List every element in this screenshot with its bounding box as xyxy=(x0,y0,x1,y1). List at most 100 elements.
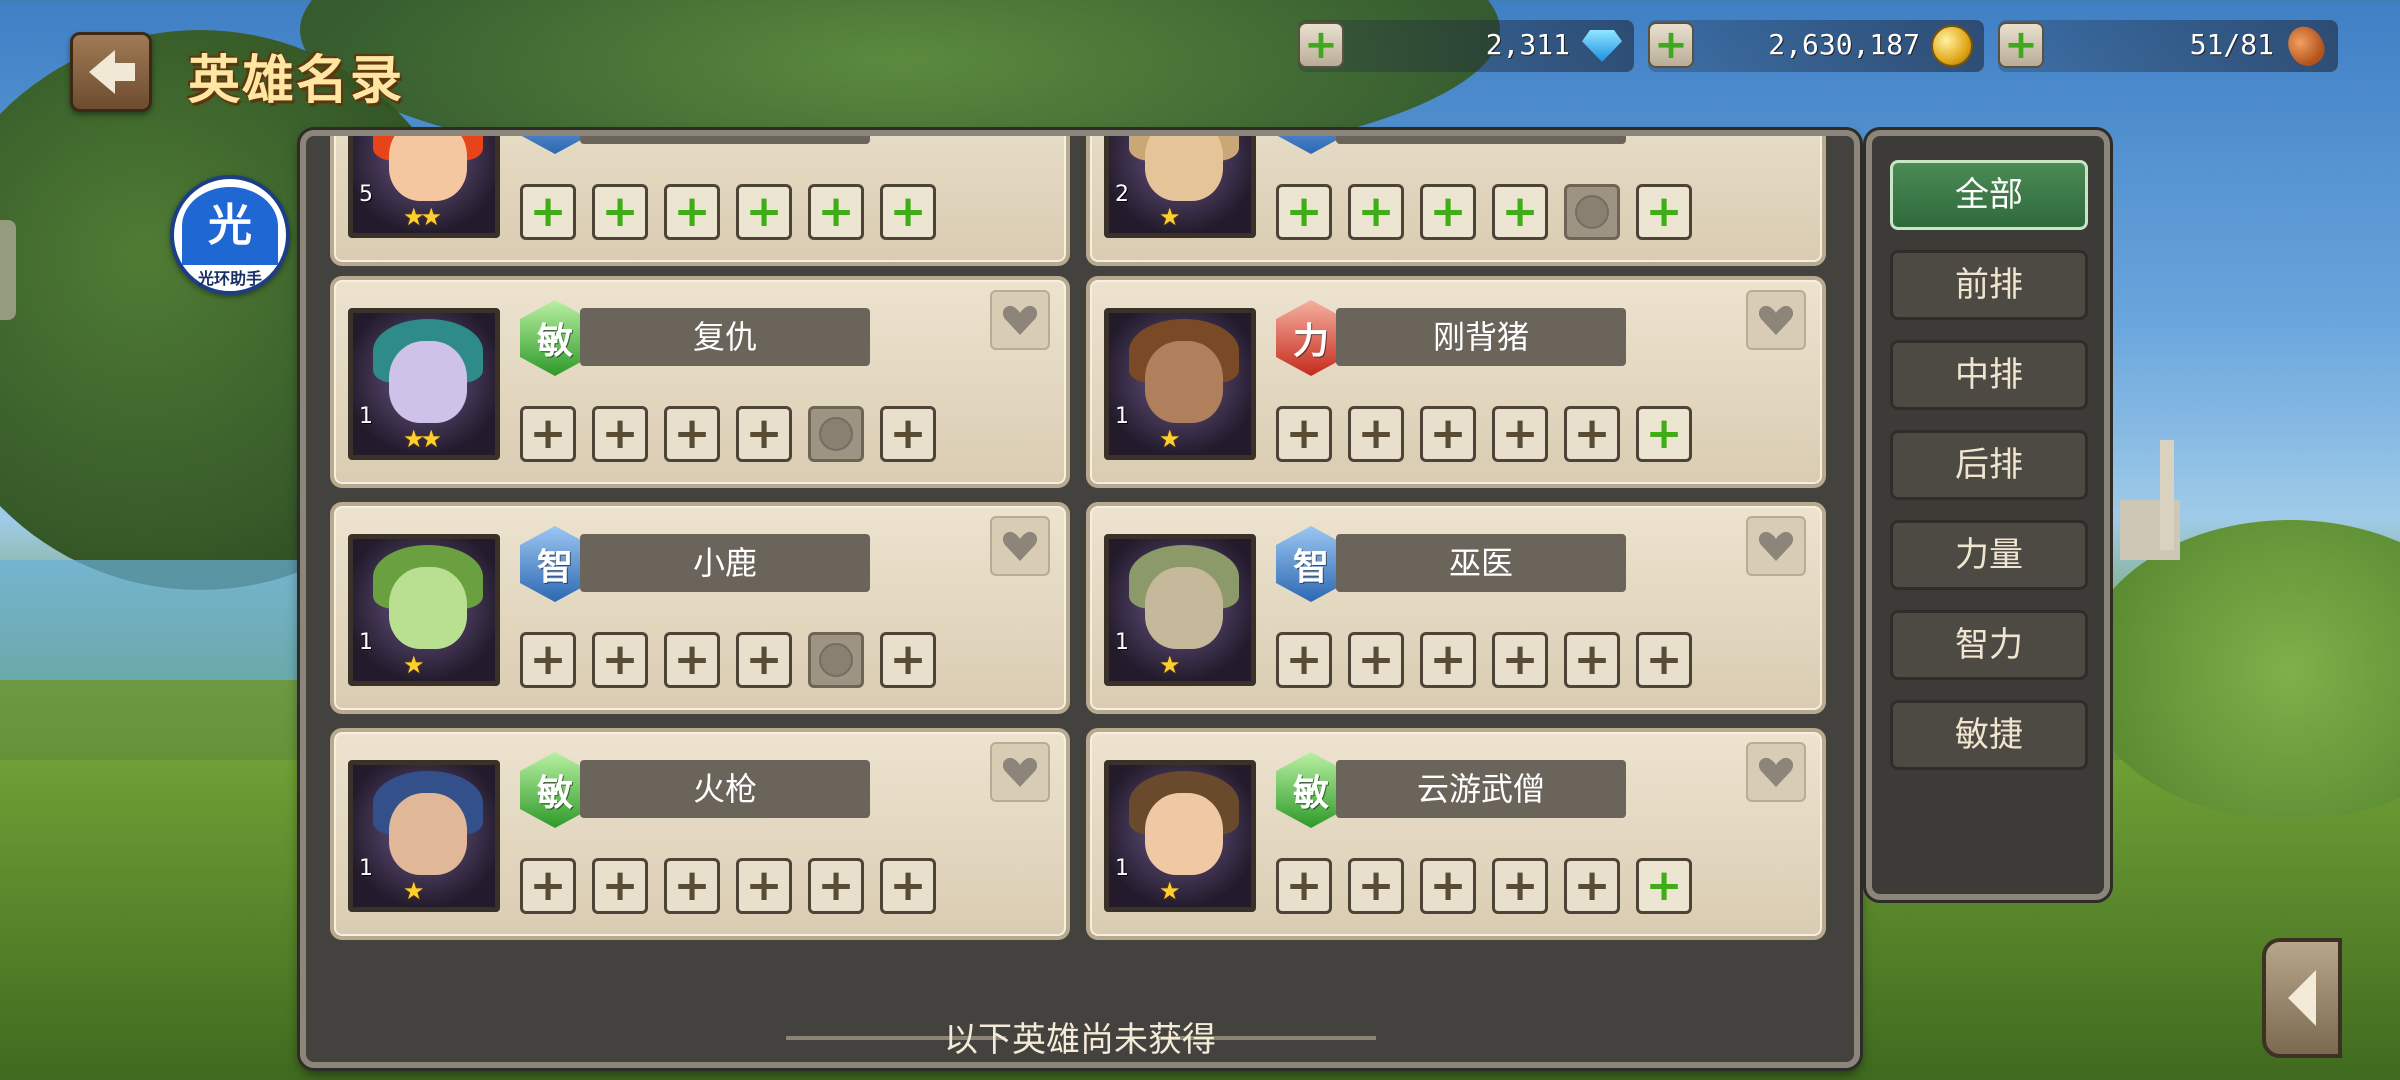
hero-portrait-face xyxy=(389,136,467,201)
equipment-slot-plus-icon[interactable]: + xyxy=(736,858,792,914)
equipment-slot-plus-icon[interactable]: + xyxy=(664,406,720,462)
equipment-slot-plus-icon[interactable]: + xyxy=(1492,184,1548,240)
equipment-slot-plus-icon[interactable]: + xyxy=(880,858,936,914)
equipment-slot-plus-icon[interactable]: + xyxy=(1564,858,1620,914)
equipment-slot-plus-icon[interactable]: + xyxy=(1420,184,1476,240)
favorite-button[interactable] xyxy=(1746,516,1806,576)
equipment-slot-plus-icon[interactable]: + xyxy=(1348,184,1404,240)
equipment-slot-plus-icon[interactable]: + xyxy=(808,184,864,240)
equipment-slot-plus-icon[interactable]: + xyxy=(1276,858,1332,914)
hero-level: 1 xyxy=(359,856,373,881)
hero-card[interactable]: 1 ★ 智小鹿 + + + + + xyxy=(330,502,1070,714)
hero-name: 复仇 xyxy=(580,308,870,366)
equipment-slot-plus-icon[interactable]: + xyxy=(664,858,720,914)
hero-card[interactable]: 1 ★ 智巫医 + + + + + + xyxy=(1086,502,1826,714)
equipment-slot-plus-icon[interactable]: + xyxy=(1564,632,1620,688)
empty-equipment-slot[interactable] xyxy=(1564,184,1620,240)
hero-portrait[interactable]: 1 ★ xyxy=(1104,534,1256,686)
empty-equipment-slot[interactable] xyxy=(808,632,864,688)
equipment-slot-plus-icon[interactable]: + xyxy=(1636,632,1692,688)
hero-portrait[interactable]: 2 ★ xyxy=(1104,136,1256,238)
equipment-slot-plus-icon[interactable]: + xyxy=(1492,858,1548,914)
hero-card[interactable]: 5 ★★ 智 火女 + + + + + + xyxy=(330,136,1070,266)
hero-portrait[interactable]: 1 ★ xyxy=(348,534,500,686)
equipment-slot-plus-icon[interactable]: + xyxy=(736,632,792,688)
hero-portrait[interactable]: 1 ★ xyxy=(348,760,500,912)
equipment-slot-plus-icon[interactable]: + xyxy=(1276,632,1332,688)
hero-list-panel[interactable]: 5★★智火女++++++2★智宙斯+++++1★★敏复仇+++++1★力刚背猪+… xyxy=(300,130,1860,1068)
hero-portrait[interactable]: 5 ★★ xyxy=(348,136,500,238)
equipment-slot-plus-icon[interactable]: + xyxy=(736,406,792,462)
equipment-slot-plus-icon[interactable]: + xyxy=(1348,406,1404,462)
hero-portrait-face xyxy=(389,341,467,423)
equipment-slot-plus-icon[interactable]: + xyxy=(592,184,648,240)
equipment-slot-plus-icon[interactable]: + xyxy=(1348,632,1404,688)
equipment-slot-plus-icon[interactable]: + xyxy=(1420,632,1476,688)
hero-card[interactable]: 1 ★ 敏火枪 + + + + + + xyxy=(330,728,1070,940)
equipment-slot-plus-icon[interactable]: + xyxy=(808,858,864,914)
heart-icon xyxy=(1759,305,1793,335)
equipment-slot-plus-icon[interactable]: + xyxy=(520,858,576,914)
side-drawer-tab[interactable] xyxy=(0,220,16,320)
equipment-slot-plus-icon[interactable]: + xyxy=(1636,406,1692,462)
equipment-slot-plus-icon[interactable]: + xyxy=(1420,406,1476,462)
hero-card[interactable]: 1 ★★ 敏复仇 + + + + + xyxy=(330,276,1070,488)
favorite-button[interactable] xyxy=(990,290,1050,350)
add-stamina-button[interactable]: + xyxy=(1998,22,2044,68)
helper-label: 光环助手 xyxy=(197,269,262,288)
meat-drumstick-icon xyxy=(2281,20,2331,72)
hero-stars: ★ xyxy=(1159,877,1180,905)
equipment-slot-plus-icon[interactable]: + xyxy=(880,632,936,688)
equipment-slot-plus-icon[interactable]: + xyxy=(880,184,936,240)
collapse-panel-button[interactable] xyxy=(2262,938,2342,1058)
favorite-button[interactable] xyxy=(990,742,1050,802)
hero-stars: ★ xyxy=(1159,651,1180,679)
hero-card[interactable]: 2★智宙斯+++++ xyxy=(1086,136,1826,266)
filter-agility-button[interactable]: 敏捷 xyxy=(1890,700,2088,770)
filter-back-button[interactable]: 后排 xyxy=(1890,430,2088,500)
hero-name: 刚背猪 xyxy=(1336,308,1626,366)
halo-helper-button[interactable]: 光 光环助手 xyxy=(170,175,290,295)
hero-stars: ★★ xyxy=(403,425,442,453)
hero-card[interactable]: 1 ★ 敏云游武僧 + + + + + + xyxy=(1086,728,1826,940)
equipment-slot-plus-icon[interactable]: + xyxy=(592,406,648,462)
filter-front-button[interactable]: 前排 xyxy=(1890,250,2088,320)
favorite-button[interactable] xyxy=(1746,742,1806,802)
equipment-slot-plus-icon[interactable]: + xyxy=(880,406,936,462)
equipment-slot-plus-icon[interactable]: + xyxy=(520,632,576,688)
equipment-slot-plus-icon[interactable]: + xyxy=(1564,406,1620,462)
equipment-slot-plus-icon[interactable]: + xyxy=(664,632,720,688)
hero-level: 1 xyxy=(1115,404,1129,429)
filter-intelligence-button[interactable]: 智力 xyxy=(1890,610,2088,680)
empty-equipment-slot[interactable] xyxy=(808,406,864,462)
add-gold-button[interactable]: + xyxy=(1648,22,1694,68)
favorite-button[interactable] xyxy=(990,516,1050,576)
hero-portrait[interactable]: 1 ★★ xyxy=(348,308,500,460)
equipment-slot-plus-icon[interactable]: + xyxy=(592,632,648,688)
equipment-slot-plus-icon[interactable]: + xyxy=(664,184,720,240)
equipment-slot-plus-icon[interactable]: + xyxy=(1420,858,1476,914)
gold-value: 2,630,187 xyxy=(1768,28,1920,61)
add-gems-button[interactable]: + xyxy=(1298,22,1344,68)
equipment-slot-plus-icon[interactable]: + xyxy=(1492,632,1548,688)
equipment-slot-plus-icon[interactable]: + xyxy=(1276,184,1332,240)
background-water xyxy=(0,560,330,680)
back-button[interactable] xyxy=(70,32,152,112)
equipment-slot-plus-icon[interactable]: + xyxy=(736,184,792,240)
equipment-slot-plus-icon[interactable]: + xyxy=(1636,858,1692,914)
filter-all-button[interactable]: 全部 xyxy=(1890,160,2088,230)
equipment-slot-plus-icon[interactable]: + xyxy=(1492,406,1548,462)
equipment-slot-plus-icon[interactable]: + xyxy=(1276,406,1332,462)
stamina-value: 51/81 xyxy=(2189,28,2274,61)
equipment-slot-plus-icon[interactable]: + xyxy=(520,406,576,462)
hero-card[interactable]: 1 ★ 力刚背猪 + + + + + + xyxy=(1086,276,1826,488)
hero-portrait[interactable]: 1 ★ xyxy=(1104,308,1256,460)
hero-portrait[interactable]: 1 ★ xyxy=(1104,760,1256,912)
equipment-slot-plus-icon[interactable]: + xyxy=(1348,858,1404,914)
filter-strength-button[interactable]: 力量 xyxy=(1890,520,2088,590)
equipment-slot-plus-icon[interactable]: + xyxy=(520,184,576,240)
equipment-slot-plus-icon[interactable]: + xyxy=(1636,184,1692,240)
favorite-button[interactable] xyxy=(1746,290,1806,350)
filter-middle-button[interactable]: 中排 xyxy=(1890,340,2088,410)
equipment-slot-plus-icon[interactable]: + xyxy=(592,858,648,914)
